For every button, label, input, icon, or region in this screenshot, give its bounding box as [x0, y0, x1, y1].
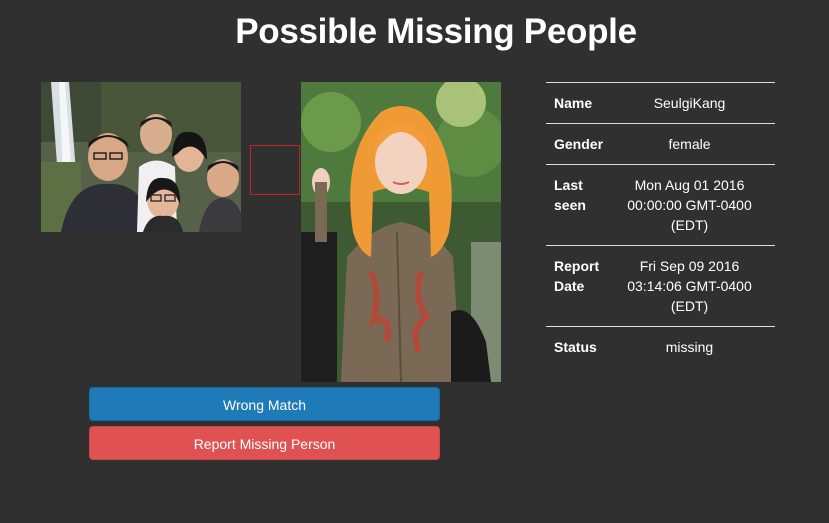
details-key: Name	[546, 82, 612, 124]
details-row-report-date: Report Date Fri Sep 09 2016 03:14:06 GMT…	[546, 245, 775, 327]
face-match-box	[250, 145, 300, 195]
person-details-table: Name SeulgiKang Gender female Last seen …	[546, 82, 775, 367]
svg-text:@: @	[477, 90, 482, 96]
details-value: SeulgiKang	[612, 82, 775, 124]
details-value: missing	[612, 326, 775, 367]
group-photo	[41, 82, 241, 232]
details-row-gender: Gender female	[546, 123, 775, 165]
details-value: Mon Aug 01 2016 00:00:00 GMT-0400 (EDT)	[612, 164, 775, 246]
match-photo: @	[301, 82, 501, 382]
details-row-last-seen: Last seen Mon Aug 01 2016 00:00:00 GMT-0…	[546, 164, 775, 246]
report-missing-person-button[interactable]: Report Missing Person	[89, 426, 440, 460]
page-title: Possible Missing People	[235, 12, 637, 51]
details-key: Status	[546, 326, 612, 367]
details-value: female	[612, 123, 775, 165]
match-review-page: Possible Missing People @ Name SeulgiKan…	[0, 0, 829, 523]
details-key: Report Date	[546, 245, 612, 327]
wrong-match-button[interactable]: Wrong Match	[89, 387, 440, 421]
details-key: Last seen	[546, 164, 612, 246]
details-row-name: Name SeulgiKang	[546, 82, 775, 124]
details-key: Gender	[546, 123, 612, 165]
details-value: Fri Sep 09 2016 03:14:06 GMT-0400 (EDT)	[612, 245, 775, 327]
details-row-status: Status missing	[546, 326, 775, 367]
